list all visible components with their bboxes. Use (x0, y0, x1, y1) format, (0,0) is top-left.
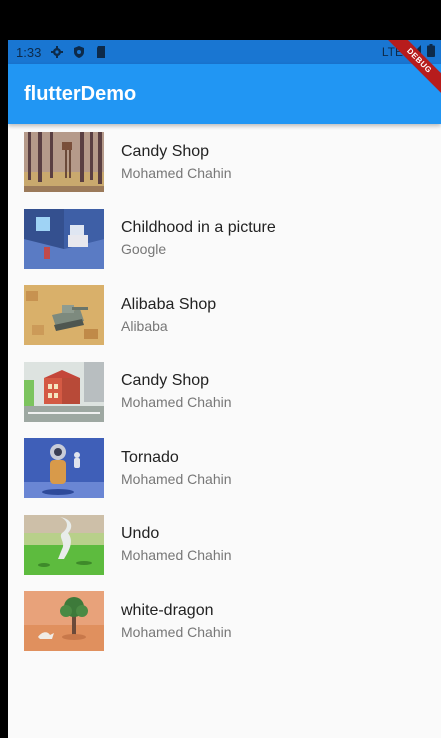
item-subtitle: Alibaba (121, 317, 168, 334)
status-bar: 1:33 LTE (8, 40, 441, 64)
list-item[interactable]: Childhood in a picture Google (8, 201, 441, 278)
list-item[interactable]: Undo Mohamed Chahin (8, 507, 441, 584)
item-subtitle: Google (121, 241, 167, 258)
grass-tornado-thumbnail (24, 514, 104, 575)
item-subtitle: Mohamed Chahin (121, 394, 232, 411)
item-title: Tornado (121, 448, 179, 466)
list-item[interactable]: Candy Shop Mohamed Chahin (8, 354, 441, 431)
item-title: white-dragon (121, 601, 214, 619)
gear-icon (51, 46, 64, 58)
item-title: Candy Shop (121, 142, 210, 160)
list-item[interactable]: Tornado Mohamed Chahin (8, 430, 441, 507)
item-title: Childhood in a picture (121, 219, 276, 237)
shield-icon (73, 46, 85, 58)
list-item[interactable]: Candy Shop Mohamed Chahin (8, 124, 441, 201)
list-item[interactable]: Alibaba Shop Alibaba (8, 277, 441, 354)
page-title: flutterDemo (24, 82, 137, 105)
item-title: Candy Shop (121, 372, 210, 390)
desert-tank-thumbnail (24, 285, 104, 346)
astronaut-thumbnail (24, 438, 104, 499)
isometric-room-thumbnail (24, 208, 104, 269)
forest-tower-thumbnail (24, 132, 104, 193)
item-subtitle: Mohamed Chahin (121, 547, 232, 564)
item-subtitle: Mohamed Chahin (121, 623, 232, 640)
tree-dragon-thumbnail (24, 591, 104, 652)
sim-card-icon (95, 46, 107, 58)
item-title: Undo (121, 525, 160, 543)
app-bar: flutterDemo (8, 64, 441, 124)
phone-screen: 1:33 LTE flutterDemo DEBUG Candy Shop Mo… (8, 40, 441, 738)
item-list: Candy Shop Mohamed Chahin Childhood in a… (8, 124, 441, 660)
list-item[interactable]: white-dragon Mohamed Chahin (8, 583, 441, 660)
city-house-thumbnail (24, 361, 104, 422)
item-subtitle: Mohamed Chahin (121, 164, 232, 181)
status-time: 1:33 (16, 44, 42, 60)
battery-icon (427, 44, 435, 60)
item-subtitle: Mohamed Chahin (121, 470, 232, 487)
item-title: Alibaba Shop (121, 295, 217, 313)
